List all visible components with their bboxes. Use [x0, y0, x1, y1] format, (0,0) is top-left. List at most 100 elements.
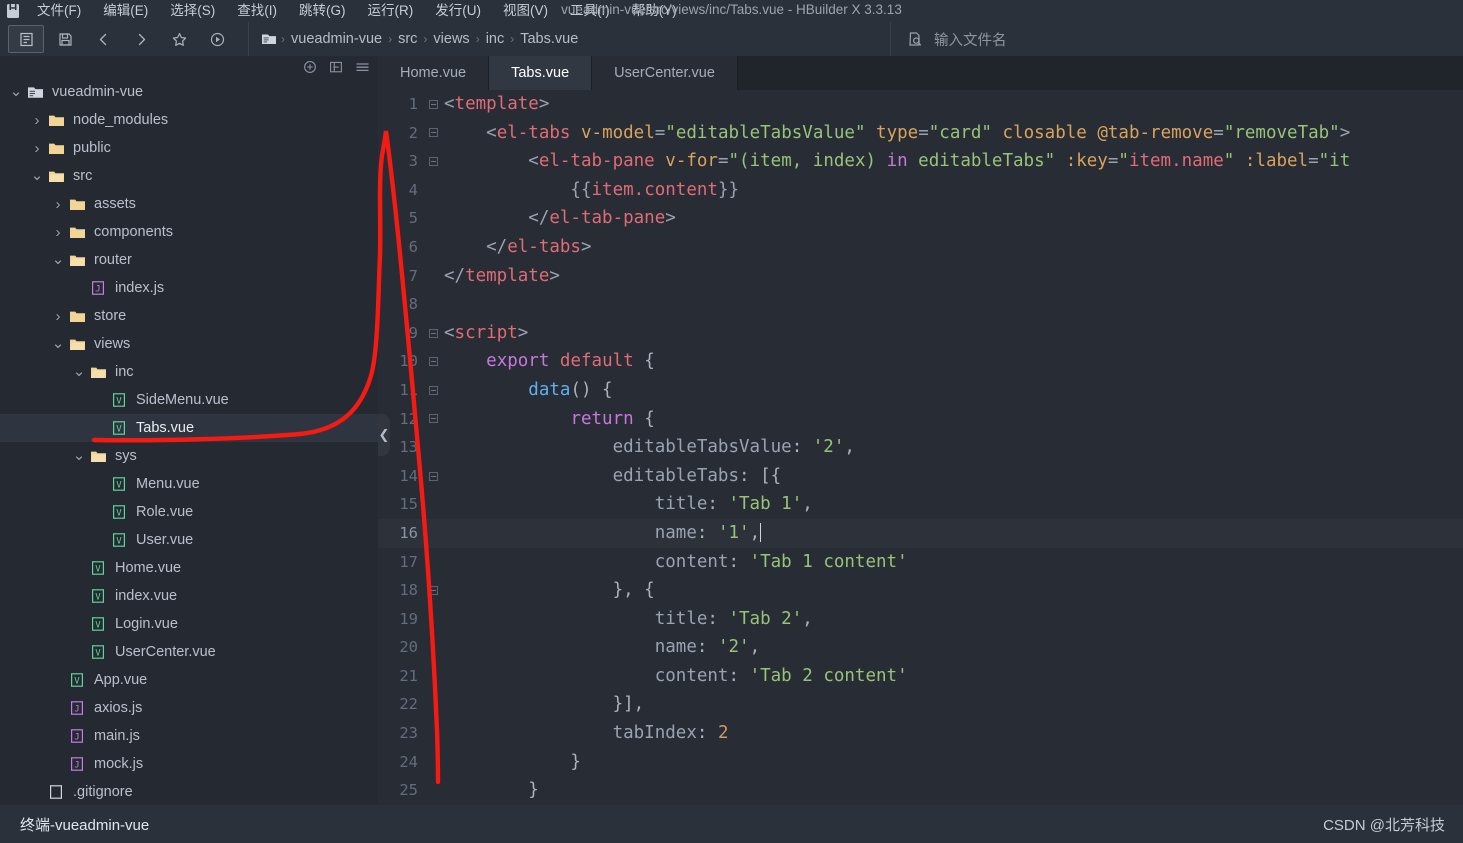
chevron-down-icon[interactable]: ⌄ [71, 442, 87, 470]
code-line[interactable]: 18 }, { [378, 576, 1463, 605]
menu-icon[interactable] [355, 60, 370, 74]
tree-item-vueadmin-vue[interactable]: ⌄ vueadmin-vue [0, 78, 378, 106]
chevron-right-icon[interactable]: › [29, 134, 45, 162]
fold-toggle-icon[interactable] [424, 385, 442, 395]
code-line[interactable]: 24 } [378, 748, 1463, 777]
tree-item-src[interactable]: ⌄ src [0, 162, 378, 190]
fold-toggle-icon[interactable] [424, 328, 442, 338]
tree-item-sys[interactable]: ⌄ sys [0, 442, 378, 470]
chevron-down-icon[interactable]: ⌄ [50, 246, 66, 274]
menu-bar[interactable]: 文件(F) 编辑(E) 选择(S) 查找(I) 跳转(G) 运行(R) 发行(U… [26, 0, 688, 22]
code-line[interactable]: 4 {{item.content}} [378, 176, 1463, 205]
fold-toggle-icon[interactable] [424, 99, 442, 109]
code-line[interactable]: 10 export default { [378, 347, 1463, 376]
code-line[interactable]: 8 [378, 290, 1463, 319]
code-line[interactable]: 11 data() { [378, 376, 1463, 405]
code-line[interactable]: 3 <el-tab-pane v-for="(item, index) in e… [378, 147, 1463, 176]
file-tree[interactable]: ⌄ vueadmin-vue › node_modules › public ⌄ src › as… [0, 78, 378, 805]
breadcrumb-item-inc[interactable]: inc [482, 31, 509, 47]
new-file-icon[interactable] [8, 25, 44, 53]
tree-item-views[interactable]: ⌄ views [0, 330, 378, 358]
editor-tab-tabs[interactable]: Tabs.vue [489, 56, 593, 90]
tree-item-router[interactable]: ⌄ router [0, 246, 378, 274]
code-line[interactable]: 1 <template> [378, 90, 1463, 119]
chevron-right-icon[interactable]: › [50, 218, 66, 246]
fold-toggle-icon[interactable] [424, 414, 442, 424]
editor-tab-usercenter[interactable]: UserCenter.vue [592, 56, 738, 90]
tree-item-menu-vue[interactable]: V Menu.vue [0, 470, 378, 498]
tree-item-sidemenu-vue[interactable]: V SideMenu.vue [0, 386, 378, 414]
code-line[interactable]: 14 editableTabs: [{ [378, 462, 1463, 491]
tree-item-store[interactable]: › store [0, 302, 378, 330]
file-search-box[interactable]: 输入文件名 [890, 22, 1463, 56]
code-line[interactable]: 22 }], [378, 690, 1463, 719]
menu-file[interactable]: 文件(F) [26, 0, 92, 22]
tree-item-public[interactable]: › public [0, 134, 378, 162]
chevron-down-icon[interactable]: ⌄ [50, 330, 66, 358]
fold-toggle-icon[interactable] [424, 585, 442, 595]
terminal-label[interactable]: 终端-vueadmin-vue [20, 814, 149, 835]
menu-edit[interactable]: 编辑(E) [92, 0, 159, 22]
tree-item-app-vue[interactable]: V App.vue [0, 666, 378, 694]
collapse-all-icon[interactable] [329, 60, 343, 74]
breadcrumb-item-file[interactable]: Tabs.vue [516, 31, 582, 47]
code-line[interactable]: 16 name: '1', [378, 518, 1463, 548]
code-line[interactable]: 5 </el-tab-pane> [378, 204, 1463, 233]
tree-item-usercenter-vue[interactable]: V UserCenter.vue [0, 638, 378, 666]
menu-view[interactable]: 视图(V) [492, 0, 559, 22]
code-line[interactable]: 2 <el-tabs v-model="editableTabsValue" t… [378, 119, 1463, 148]
menu-find[interactable]: 查找(I) [226, 0, 288, 22]
chevron-down-icon[interactable]: ⌄ [8, 78, 24, 106]
code-line[interactable]: 12 return { [378, 405, 1463, 434]
add-icon[interactable] [303, 60, 317, 74]
tree-item-user-vue[interactable]: V User.vue [0, 526, 378, 554]
code-line[interactable]: 21 content: 'Tab 2 content' [378, 662, 1463, 691]
editor-tab-home[interactable]: Home.vue [378, 56, 490, 90]
code-line[interactable]: 20 name: '2', [378, 633, 1463, 662]
chevron-down-icon[interactable]: ⌄ [71, 358, 87, 386]
breadcrumb-item-project[interactable]: vueadmin-vue [287, 31, 386, 47]
menu-publish[interactable]: 发行(U) [424, 0, 492, 22]
fold-toggle-icon[interactable] [424, 357, 442, 367]
chevron-down-icon[interactable]: ⌄ [29, 162, 45, 190]
chevron-right-icon[interactable]: › [50, 302, 66, 330]
chevron-right-icon[interactable]: › [29, 106, 45, 134]
save-icon[interactable] [48, 26, 82, 52]
fold-toggle-icon[interactable] [424, 128, 442, 138]
tree-item-components[interactable]: › components [0, 218, 378, 246]
code-line[interactable]: 17 content: 'Tab 1 content' [378, 548, 1463, 577]
code-area[interactable]: 1 <template> 2 <el-tabs v-model="editableT… [378, 90, 1463, 805]
menu-tools[interactable]: 工具(I) [559, 0, 621, 22]
tree-item-node-modules[interactable]: › node_modules [0, 106, 378, 134]
tree-item-assets[interactable]: › assets [0, 190, 378, 218]
fold-toggle-icon[interactable] [424, 156, 442, 166]
menu-run[interactable]: 运行(R) [357, 0, 425, 22]
code-line[interactable]: 25 } [378, 776, 1463, 805]
run-icon[interactable] [200, 26, 234, 52]
tree-item-axios-js[interactable]: Jaxios.js [0, 694, 378, 722]
code-line[interactable]: 23 tabIndex: 2 [378, 719, 1463, 748]
code-line[interactable]: 15 title: 'Tab 1', [378, 490, 1463, 519]
code-line[interactable]: 9 <script> [378, 319, 1463, 348]
tree-item-mock-js[interactable]: Jmock.js [0, 750, 378, 778]
tree-item-tabs-vue[interactable]: V Tabs.vue [0, 414, 378, 442]
breadcrumb-item-views[interactable]: views [429, 31, 473, 47]
menu-goto[interactable]: 跳转(G) [288, 0, 357, 22]
forward-icon[interactable] [124, 26, 158, 52]
menu-help[interactable]: 帮助(Y) [621, 0, 688, 22]
tree-item-index-vue[interactable]: Vindex.vue [0, 582, 378, 610]
tree-item-main-js[interactable]: Jmain.js [0, 722, 378, 750]
back-icon[interactable] [86, 26, 120, 52]
code-line[interactable]: 13 editableTabsValue: '2', [378, 433, 1463, 462]
tree-item-login-vue[interactable]: V Login.vue [0, 610, 378, 638]
breadcrumb-item-src[interactable]: src [394, 31, 421, 47]
tree-item-home-vue[interactable]: V Home.vue [0, 554, 378, 582]
star-icon[interactable] [162, 26, 196, 52]
code-line[interactable]: 7 </template> [378, 262, 1463, 291]
tree-item-inc[interactable]: ⌄ inc [0, 358, 378, 386]
chevron-right-icon[interactable]: › [50, 190, 66, 218]
fold-toggle-icon[interactable] [424, 471, 442, 481]
code-line[interactable]: 19 title: 'Tab 2', [378, 605, 1463, 634]
chevron-left-icon[interactable]: ❮ [378, 414, 390, 456]
tree-item-role-vue[interactable]: V Role.vue [0, 498, 378, 526]
